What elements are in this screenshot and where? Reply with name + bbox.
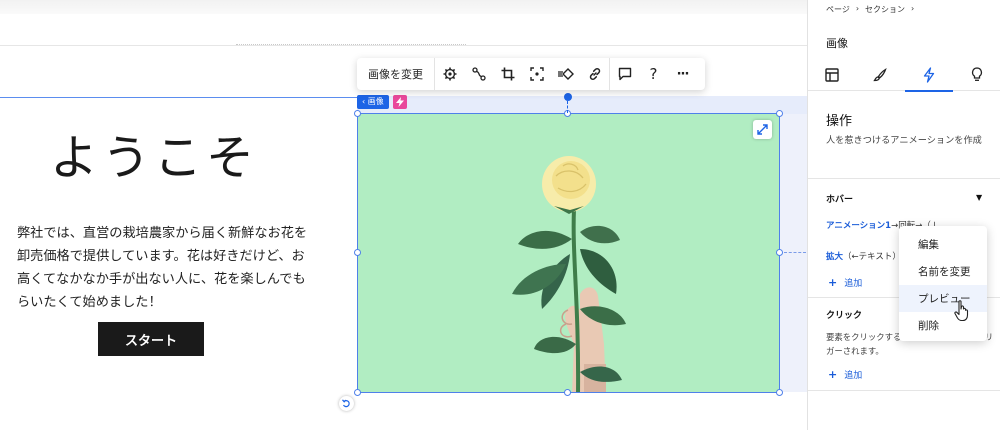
gap-shade (780, 114, 807, 392)
breadcrumb-chevron-icon: › (855, 4, 860, 13)
comment-icon (618, 67, 631, 81)
selection-band (357, 96, 807, 114)
panel-divider (808, 390, 1000, 391)
menu-item-delete[interactable]: 削除 (899, 312, 987, 339)
header-placeholder (236, 44, 466, 47)
hero-title[interactable]: ようこそ (50, 118, 258, 188)
image-toolbar: 画像を変更 ? ··· (357, 58, 705, 90)
leaf-7 (534, 336, 576, 354)
click-label: クリック (826, 311, 863, 321)
expand-icon (757, 124, 768, 135)
help-button[interactable]: ? (639, 58, 668, 90)
panel-title: 画像 (826, 37, 848, 50)
tab-tips[interactable] (953, 58, 1000, 91)
resize-handle-r[interactable] (776, 249, 783, 256)
crop-button[interactable] (493, 58, 522, 90)
element-tag-image[interactable]: ‹ 画像 (357, 95, 389, 109)
animation-path-button[interactable] (464, 58, 493, 90)
animation-context-menu: 編集 名前を変更 プレビュー 削除 (899, 226, 987, 341)
rose-petals-mid (552, 161, 590, 199)
start-button[interactable]: スタート (98, 322, 204, 356)
menu-item-preview[interactable]: プレビュー (899, 285, 987, 312)
collapse-caret-icon[interactable]: ▼ (976, 193, 982, 202)
header-section[interactable] (0, 14, 807, 46)
interaction-badge[interactable] (393, 95, 407, 109)
section-title: 操作 (826, 114, 853, 129)
editor-stage: ようこそ 弊社では、直営の栽培農家から届く新鮮なお花を卸売価格で提供しています。… (0, 0, 1000, 430)
rotate-handle[interactable] (564, 93, 572, 101)
editor-canvas[interactable]: ようこそ 弊社では、直営の栽培農家から届く新鮮なお花を卸売価格で提供しています。… (0, 0, 807, 430)
leaf-1 (518, 230, 572, 249)
more-icon: ··· (676, 66, 690, 82)
comment-button[interactable] (610, 58, 639, 90)
resize-handle-b[interactable] (564, 389, 571, 396)
link-icon (589, 68, 600, 80)
tab-animation[interactable] (904, 58, 954, 92)
crop-icon (501, 67, 514, 81)
rotate-back-icon (342, 399, 350, 408)
link-button[interactable] (580, 58, 609, 90)
add-label: 追加 (844, 371, 863, 381)
settings-button[interactable] (435, 58, 464, 90)
change-image-button[interactable]: 画像を変更 (357, 58, 435, 90)
animation-path-icon (471, 67, 486, 81)
animation-2-detail: （←テキスト） (843, 252, 901, 262)
animation-icon (923, 66, 934, 83)
tab-design[interactable] (856, 58, 904, 91)
plus-icon: + (828, 368, 838, 381)
layout-icon (825, 67, 839, 82)
add-label: 追加 (844, 279, 863, 289)
rotate-guide (567, 101, 568, 113)
resize-handle-tr[interactable] (776, 110, 783, 117)
inspector-panel: ページ › セクション › 画像 操作 人を惹きつけるアニメーションを作成 ホバ… (807, 0, 1000, 430)
focus-icon (529, 67, 544, 81)
breadcrumb-page[interactable]: ページ (826, 4, 850, 15)
hero-paragraph[interactable]: 弊社では、直営の栽培農家から届く新鮮なお花を卸売価格で提供しています。花は好きだ… (17, 222, 317, 314)
bolt-icon (396, 97, 404, 107)
reset-rotation-button[interactable] (339, 396, 354, 411)
breadcrumb-chevron-icon: › (911, 4, 915, 13)
rose-image[interactable] (357, 113, 780, 393)
design-icon (873, 67, 888, 81)
tips-icon (971, 67, 982, 81)
panel-tabs (808, 58, 1000, 92)
resize-handle-tl[interactable] (354, 110, 361, 117)
animation-1-name: アニメーション1 (826, 221, 892, 231)
breadcrumb: ページ › セクション › (826, 4, 914, 15)
gap-guide (784, 252, 806, 253)
section-description: 人を惹きつけるアニメーションを作成 (826, 135, 982, 146)
resize-handle-br[interactable] (776, 389, 783, 396)
menu-item-rename[interactable]: 名前を変更 (899, 258, 987, 285)
plus-icon: + (828, 276, 838, 289)
add-click-animation-button[interactable]: + 追加 (828, 368, 862, 381)
resize-handle-bl[interactable] (354, 389, 361, 396)
help-icon: ? (649, 65, 658, 83)
mask-icon (557, 68, 574, 80)
more-button[interactable]: ··· (668, 58, 697, 90)
animation-2-name: 拡大 (826, 252, 844, 262)
focus-button[interactable] (522, 58, 551, 90)
hover-label: ホバー (826, 195, 854, 205)
settings-icon (443, 67, 456, 81)
panel-divider (808, 178, 1000, 179)
menu-item-edit[interactable]: 編集 (899, 231, 987, 258)
leaf-5 (580, 249, 617, 294)
mask-button[interactable] (551, 58, 580, 90)
breadcrumb-section[interactable]: セクション (865, 4, 905, 15)
leaf-4 (580, 225, 620, 244)
animation-item-2[interactable]: 拡大（←テキスト） (826, 250, 901, 262)
hand-cursor-icon (954, 300, 969, 322)
rose-photo (512, 156, 626, 392)
canvas-top-strip (0, 0, 807, 14)
expand-button[interactable] (753, 120, 772, 139)
tab-layout[interactable] (808, 58, 856, 91)
resize-handle-l[interactable] (354, 249, 361, 256)
add-hover-animation-button[interactable]: + 追加 (828, 276, 862, 289)
